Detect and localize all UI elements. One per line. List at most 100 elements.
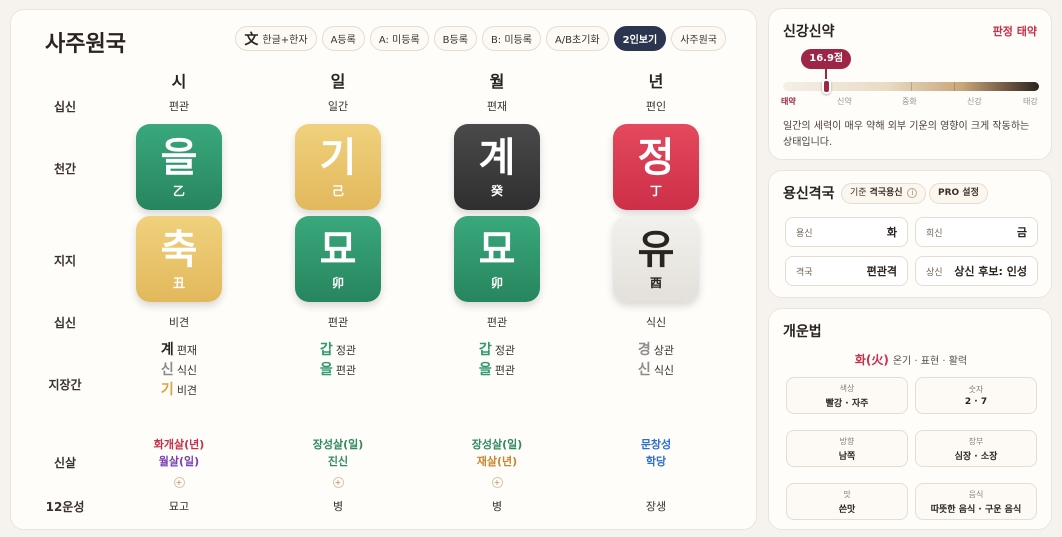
sinsal-month: 장성살(일) 재살(년) +: [442, 436, 552, 489]
saju-original-button[interactable]: 사주원국: [671, 26, 726, 51]
criteria-pill[interactable]: 기준 격국용신 i: [841, 183, 927, 204]
jijanggan-item: 경 상관: [637, 342, 675, 358]
row-label-jiji: 지지: [53, 254, 77, 268]
sipsin-bottom-month: 편관: [486, 316, 508, 329]
element-description: 온기 · 표현 · 활력: [892, 356, 968, 367]
sipsin-top-year: 편인: [645, 100, 667, 113]
strength-description: 일간의 세력이 매우 약해 외부 기운의 영향이 크게 작동하는 상태입니다.: [783, 121, 1030, 148]
jijanggan-item: 갑 정관: [478, 342, 516, 358]
sipsin-top-month: 편재: [486, 100, 508, 113]
sinsal-item: 장성살(일): [471, 438, 523, 451]
sinsal-hour: 화개살(년) 월살(일) +: [124, 436, 234, 489]
gaeun-item-food: 음식 따뜻한 음식 · 구운 음식: [915, 483, 1037, 520]
jijanggan-month: 갑 정관 을 편관: [442, 340, 552, 380]
sinsal-year: 문창성 학당: [601, 436, 711, 470]
strength-verdict: 판정 태약: [992, 25, 1037, 38]
sinsal-item: 재살(년): [476, 455, 518, 468]
jijanggan-item: 계 편재: [160, 342, 198, 358]
strength-title: 신강신약: [783, 24, 835, 40]
row-label-sinsal: 신살: [53, 456, 77, 470]
score-stem: [825, 69, 828, 79]
branch-hanja: 酉: [649, 275, 662, 290]
sinsal-item: 진신: [327, 455, 349, 468]
criteria-value: 격국용신: [869, 188, 903, 198]
jijanggan-day: 갑 정관 을 편관: [283, 340, 393, 380]
branch-tile-day[interactable]: 묘 卯: [295, 216, 381, 302]
plus-icon[interactable]: +: [173, 477, 185, 488]
sipsin-top-day: 일간: [327, 100, 349, 113]
gaeun-item-taste: 맛 쓴맛: [786, 483, 908, 520]
gaeun-card: 개운법 화(火) 온기 · 표현 · 활력 색상 빨강 · 자주 숫자 2 · 7 방…: [768, 308, 1052, 530]
two-person-view-button[interactable]: 2인보기: [613, 26, 667, 51]
gaeun-item-color: 색상 빨강 · 자주: [786, 377, 908, 414]
strength-card: 신강신약 판정 태약 16.9점 태약 신약 중화 신강 태강 일간의 세력이 …: [768, 8, 1052, 160]
ab-reset-button[interactable]: A/B초기화: [545, 26, 609, 51]
huisin-item: 희신 금: [915, 217, 1038, 247]
branch-hanja: 丑: [172, 275, 185, 290]
b-register-button[interactable]: B등록: [433, 26, 477, 51]
stem-hanja: 丁: [649, 183, 662, 198]
unseong-day: 병: [332, 500, 344, 513]
jijanggan-hour: 계 편재 신 식신 기 비견: [124, 340, 234, 400]
jijanggan-item: 갑 정관: [319, 342, 357, 358]
sipsin-bottom-hour: 비견: [168, 316, 190, 329]
branch-hangul: 묘: [478, 226, 516, 273]
sinsal-item: 장성살(일): [312, 438, 364, 451]
branch-tile-month[interactable]: 묘 卯: [454, 216, 540, 302]
pro-settings-button[interactable]: PRO 설정: [929, 183, 988, 204]
yongsin-card: 용신격국 기준 격국용신 i PRO 설정 용신 화 희신 금 격국 편관격 상신 상신…: [768, 170, 1052, 298]
b-status-button[interactable]: B: 미등록: [481, 26, 541, 51]
sinsal-day: 장성살(일) 진신 +: [283, 436, 393, 489]
jijanggan-item: 을 편관: [478, 362, 516, 378]
scale-label: 중화: [902, 97, 917, 106]
sipsin-bottom-year: 식신: [645, 316, 667, 329]
score-bubble: 16.9점: [801, 49, 852, 69]
criteria-label: 기준: [850, 188, 867, 198]
jijanggan-year: 경 상관 신 식신: [601, 340, 711, 380]
gaeun-element: 화(火) 온기 · 표현 · 활력: [769, 351, 1053, 368]
branch-hangul: 묘: [319, 226, 357, 273]
stem-hanja: 己: [331, 183, 344, 198]
yongsin-item: 용신 화: [785, 217, 908, 247]
score-marker[interactable]: [821, 79, 831, 94]
plus-icon[interactable]: +: [332, 477, 344, 488]
branch-tile-hour[interactable]: 축 丑: [136, 216, 222, 302]
sinsal-item: 화개살(년): [153, 438, 205, 451]
stem-tile-hour[interactable]: 을 乙: [136, 124, 222, 210]
hangul-hanja-toggle-button[interactable]: 文 한글+한자: [235, 26, 317, 51]
stem-tile-day[interactable]: 기 己: [295, 124, 381, 210]
stem-hanja: 癸: [490, 183, 503, 198]
stem-hanja: 乙: [172, 183, 185, 198]
branch-hanja: 卯: [490, 275, 503, 290]
sangsin-item: 상신 상신 후보: 인성: [915, 256, 1038, 286]
column-header-hour: 시: [171, 72, 187, 91]
stem-tile-year[interactable]: 정 丁: [613, 124, 699, 210]
scale-label: 신강: [967, 97, 982, 106]
stem-tile-month[interactable]: 계 癸: [454, 124, 540, 210]
branch-tile-year[interactable]: 유 酉: [613, 216, 699, 302]
gauge-tick: [911, 82, 912, 91]
scale-label: 신약: [837, 97, 852, 106]
row-label-sipsin-bottom: 십신: [53, 316, 77, 330]
row-label-cheongan: 천간: [53, 162, 77, 176]
branch-hanja: 卯: [331, 275, 344, 290]
column-header-year: 년: [648, 72, 664, 91]
a-status-button[interactable]: A: 미등록: [369, 26, 429, 51]
column-header-month: 월: [489, 72, 505, 91]
sipsin-top-hour: 편관: [168, 100, 190, 113]
sinsal-item: 학당: [645, 455, 667, 468]
scale-label: 태약: [781, 97, 796, 106]
saju-chart-card: 사주원국 文 한글+한자 A등록 A: 미등록 B등록 B: 미등록 A/B초기…: [10, 9, 757, 530]
stem-hangul: 기: [319, 134, 357, 181]
branch-hangul: 축: [160, 226, 198, 273]
info-icon[interactable]: i: [907, 188, 918, 198]
row-label-sipsin-top: 십신: [53, 100, 77, 114]
plus-icon[interactable]: +: [491, 477, 503, 488]
page-title: 사주원국: [45, 32, 126, 57]
jijanggan-item: 신 식신: [160, 362, 198, 378]
stem-hangul: 정: [637, 134, 675, 181]
button-label: 한글+한자: [262, 35, 308, 46]
jijanggan-item: 기 비견: [160, 382, 198, 398]
a-register-button[interactable]: A등록: [321, 26, 365, 51]
column-header-day: 일: [330, 72, 346, 91]
